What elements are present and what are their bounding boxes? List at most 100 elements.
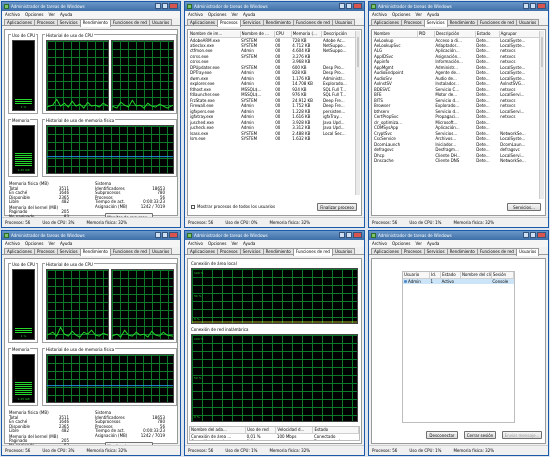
menu-opciones[interactable]: Opciones	[25, 11, 44, 18]
minimize-button[interactable]	[155, 3, 161, 9]
menu-opciones[interactable]: Opciones	[392, 240, 411, 247]
tab-servicios[interactable]: Servicios	[239, 19, 264, 25]
scrollbar-thumb[interactable]	[541, 37, 543, 67]
close-button[interactable]	[353, 3, 362, 9]
tab-aplicaciones[interactable]: Aplicaciones	[187, 19, 218, 25]
menu-ayuda[interactable]: Ayuda	[60, 11, 72, 18]
menu-ver[interactable]: Ver	[48, 11, 55, 18]
tab-servicios[interactable]: Servicios	[239, 248, 264, 254]
tab-rendimiento[interactable]: Rendimiento	[79, 19, 111, 27]
tab-funciones-de-red[interactable]: Funciones de red	[109, 19, 150, 25]
menu-archivo[interactable]: Archivo	[188, 11, 203, 18]
log-off-button[interactable]: Cerrar sesión	[464, 431, 496, 439]
close-button[interactable]	[169, 232, 178, 238]
menu-opciones[interactable]: Opciones	[25, 240, 44, 247]
tab-servicios[interactable]: Servicios	[56, 248, 81, 254]
menu-opciones[interactable]: Opciones	[208, 11, 227, 18]
tab-servicios[interactable]: Servicios	[423, 19, 448, 27]
tab-usuarios[interactable]: Usuarios	[148, 19, 173, 25]
processes-scrollbar[interactable]	[355, 31, 360, 195]
tab-funciones-de-red[interactable]: Funciones de red	[292, 248, 333, 256]
table-row[interactable]: Conexión de red ...0 % Desconectado	[190, 439, 359, 440]
menu-archivo[interactable]: Archivo	[188, 240, 203, 247]
tab-procesos[interactable]: Procesos	[401, 19, 425, 25]
send-message-button[interactable]: Enviar mensaje...	[502, 431, 542, 439]
maximize-button[interactable]	[162, 232, 168, 238]
end-process-button[interactable]: Finalizar proceso	[317, 203, 357, 211]
minimize-button[interactable]	[155, 232, 161, 238]
minimize-button[interactable]	[523, 232, 529, 238]
table-row[interactable]: lsm.exe SYSTEM 00 1.632 KB	[189, 136, 360, 142]
tab-aplicaciones[interactable]: Aplicaciones	[4, 248, 35, 254]
menu-ayuda[interactable]: Ayuda	[243, 11, 255, 18]
tab-rendimiento[interactable]: Rendimiento	[446, 19, 478, 25]
tab-rendimiento[interactable]: Rendimiento	[446, 248, 478, 254]
maximize-button[interactable]	[162, 3, 168, 9]
menu-ayuda[interactable]: Ayuda	[427, 11, 439, 18]
title-bar[interactable]: Administrador de tareas de Windows	[185, 231, 364, 240]
table-row[interactable]: AdobeARM.exe SYSTEM 00 728 KB Adobe Ac...	[189, 37, 360, 43]
table-row[interactable]: AeLookupSvc Adaptador... Dete... LocalSyste…	[373, 43, 544, 49]
maximize-button[interactable]	[530, 232, 536, 238]
tab-usuarios[interactable]: Usuarios	[148, 248, 173, 254]
menu-archivo[interactable]: Archivo	[5, 11, 20, 18]
minimize-button[interactable]	[339, 232, 345, 238]
tab-procesos[interactable]: Procesos	[217, 19, 241, 27]
table-row[interactable]: Dnscache Cliente DNS Dete... NetworkSe...	[373, 158, 544, 164]
tab-servicios[interactable]: Servicios	[56, 19, 81, 25]
services-scrollbar[interactable]	[539, 31, 544, 199]
tab-procesos[interactable]: Procesos	[401, 248, 425, 254]
table-row[interactable]: igfxpers.exe Admin 00 1.228 KB persisten...	[189, 109, 360, 115]
tab-usuarios[interactable]: Usuarios	[331, 248, 356, 254]
title-bar[interactable]: Administrador de tareas de Windows	[369, 2, 548, 11]
tab-funciones-de-red[interactable]: Funciones de red	[476, 248, 517, 254]
menu-ayuda[interactable]: Ayuda	[243, 240, 255, 247]
title-bar[interactable]: Administrador de tareas de Windows	[185, 2, 364, 11]
maximize-button[interactable]	[346, 232, 352, 238]
tab-procesos[interactable]: Procesos	[217, 248, 241, 254]
menu-ver[interactable]: Ver	[415, 240, 422, 247]
menu-opciones[interactable]: Opciones	[208, 240, 227, 247]
menu-ver[interactable]: Ver	[231, 11, 238, 18]
table-row[interactable]: Admin 1 Activo Console	[403, 278, 514, 284]
disconnect-button[interactable]: Desconectar	[426, 431, 458, 439]
minimize-button[interactable]	[523, 3, 529, 9]
close-button[interactable]	[537, 3, 546, 9]
tab-rendimiento[interactable]: Rendimiento	[79, 248, 111, 256]
menu-archivo[interactable]: Archivo	[372, 11, 387, 18]
close-button[interactable]	[537, 232, 546, 238]
menu-archivo[interactable]: Archivo	[5, 240, 20, 247]
tab-aplicaciones[interactable]: Aplicaciones	[187, 248, 218, 254]
tab-funciones-de-red[interactable]: Funciones de red	[476, 19, 517, 25]
table-row[interactable]: fdlauncher.exe MSSQL$... 00 976 KB SQL Full …	[189, 92, 360, 98]
maximize-button[interactable]	[530, 3, 536, 9]
table-row[interactable]: FrzState.exe SYSTEM 00 24.912 KB Deep Fre...	[189, 98, 360, 104]
menu-ver[interactable]: Ver	[231, 240, 238, 247]
tab-rendimiento[interactable]: Rendimiento	[262, 19, 294, 25]
menu-opciones[interactable]: Opciones	[392, 11, 411, 18]
tab-aplicaciones[interactable]: Aplicaciones	[371, 19, 402, 25]
tab-usuarios[interactable]: Usuarios	[515, 248, 540, 256]
tab-usuarios[interactable]: Usuarios	[331, 19, 356, 25]
tab-funciones-de-red[interactable]: Funciones de red	[292, 19, 333, 25]
tab-procesos[interactable]: Procesos	[34, 19, 58, 25]
checkbox-box[interactable]	[191, 204, 195, 209]
column-header-client-name[interactable]: Nombre del cli...	[460, 272, 492, 279]
menu-ver[interactable]: Ver	[415, 11, 422, 18]
table-row[interactable]: AudioEndpoint Agente de... Dete... LocalSys…	[373, 70, 544, 76]
close-button[interactable]	[353, 232, 362, 238]
maximize-button[interactable]	[346, 3, 352, 9]
minimize-button[interactable]	[339, 3, 345, 9]
menu-ayuda[interactable]: Ayuda	[60, 240, 72, 247]
tab-aplicaciones[interactable]: Aplicaciones	[4, 19, 35, 25]
scrollbar-thumb[interactable]	[357, 37, 359, 67]
tab-funciones-de-red[interactable]: Funciones de red	[109, 248, 150, 254]
menu-archivo[interactable]: Archivo	[372, 240, 387, 247]
title-bar[interactable]: Administrador de tareas de Windows	[2, 2, 180, 11]
tab-rendimiento[interactable]: Rendimiento	[262, 248, 294, 254]
title-bar[interactable]: Administrador de tareas de Windows	[2, 231, 180, 240]
table-row[interactable]: explorer.exe Admin 00 14.708 KB Explorado...	[189, 81, 360, 87]
tab-aplicaciones[interactable]: Aplicaciones	[371, 248, 402, 254]
tab-usuarios[interactable]: Usuarios	[515, 19, 540, 25]
close-button[interactable]	[169, 3, 178, 9]
